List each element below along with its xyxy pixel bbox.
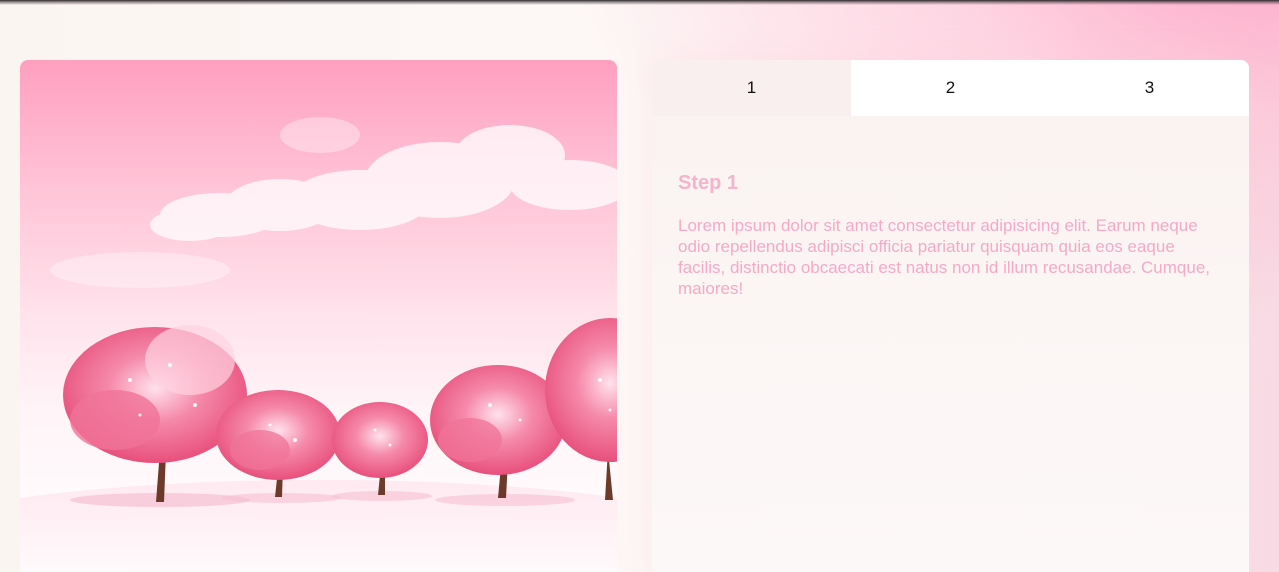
step-tabs: 1 2 3 xyxy=(652,60,1249,116)
step-title: Step 1 xyxy=(678,172,739,194)
tab-step-2[interactable]: 2 xyxy=(851,60,1050,116)
step-description: Lorem ipsum dolor sit amet consectetur a… xyxy=(678,216,1211,298)
tab-step-3[interactable]: 3 xyxy=(1050,60,1249,116)
clouds xyxy=(150,125,617,241)
cherry-trees xyxy=(63,318,617,502)
cherry-blossom-landscape-image xyxy=(20,117,617,572)
stepper-panel: 1 2 3 Step 1 Lorem ipsum dolor sit amet … xyxy=(652,60,1249,572)
cherry-blossom-image xyxy=(20,60,617,572)
step-content: Step 1 Lorem ipsum dolor sit amet consec… xyxy=(652,116,1249,299)
top-edge-shadow xyxy=(0,0,1279,5)
tab-step-1[interactable]: 1 xyxy=(652,60,851,116)
